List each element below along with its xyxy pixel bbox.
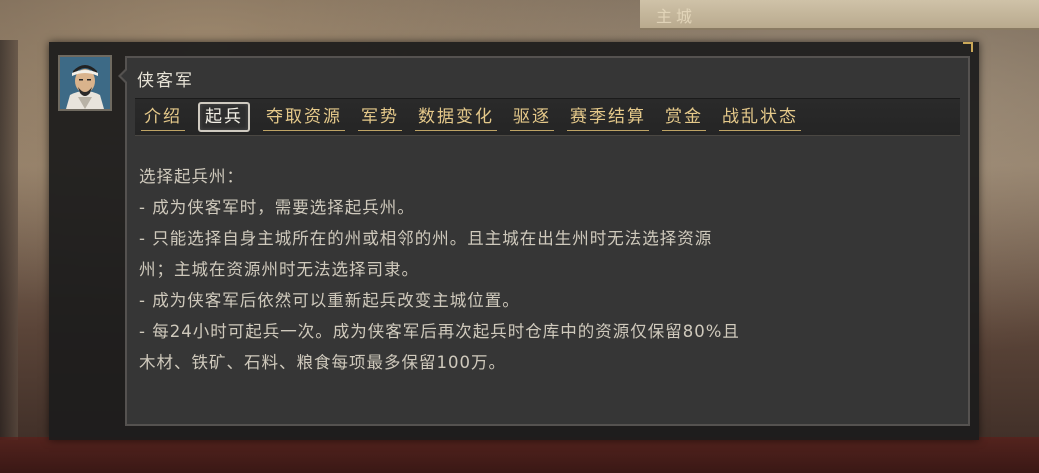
tab-war-status[interactable]: 战乱状态 <box>719 104 801 131</box>
content-line: 木材、铁矿、石料、粮食每项最多保留100万。 <box>139 353 506 372</box>
content-line: - 成为侠客军后依然可以重新起兵改变主城位置。 <box>139 291 520 310</box>
tab-intro[interactable]: 介绍 <box>141 104 185 131</box>
corner-ornament-icon <box>963 42 973 52</box>
tab-army-power[interactable]: 军势 <box>358 104 402 131</box>
tab-bar: 介绍 起兵 夺取资源 军势 数据变化 驱逐 赛季结算 赏金 战乱状态 <box>135 98 960 136</box>
panel-pointer-inner <box>121 70 127 82</box>
content-line: - 每24小时可起兵一次。成为侠客军后再次起兵时仓库中的资源仅保留80%且 <box>139 322 740 341</box>
tab-raise-army[interactable]: 起兵 <box>198 102 250 132</box>
content-line: - 只能选择自身主城所在的州或相邻的州。且主城在出生州时无法选择资源 <box>139 229 713 248</box>
general-portrait-avatar <box>58 55 112 111</box>
panel-title: 侠客军 <box>137 71 194 91</box>
background-bottom-strip <box>0 437 1039 473</box>
background-city-banner: 主城 <box>640 0 1039 30</box>
content-panel: 侠客军 介绍 起兵 夺取资源 军势 数据变化 驱逐 赛季结算 赏金 战乱状态 选… <box>118 56 970 426</box>
tab-content: 选择起兵州： - 成为侠客军时，需要选择起兵州。 - 只能选择自身主城所在的州或… <box>139 161 959 378</box>
content-heading: 选择起兵州： <box>139 167 244 186</box>
content-line: 州；主城在资源州时无法选择司隶。 <box>139 260 419 279</box>
content-line: - 成为侠客军时，需要选择起兵州。 <box>139 198 415 217</box>
game-screen: 主城 侠客军 介绍 起兵 夺取资源 军势 数据变化 驱逐 赛季结算 赏金 战乱状… <box>0 0 1039 473</box>
portrait-icon <box>60 57 110 109</box>
background-banner-text: 主城 <box>656 7 697 26</box>
tab-bounty[interactable]: 赏金 <box>662 104 706 131</box>
tab-data-changes[interactable]: 数据变化 <box>415 104 497 131</box>
tab-expel[interactable]: 驱逐 <box>510 104 554 131</box>
tab-seize-resources[interactable]: 夺取资源 <box>263 104 345 131</box>
background-left-edge <box>0 40 18 440</box>
info-dialog: 侠客军 介绍 起兵 夺取资源 军势 数据变化 驱逐 赛季结算 赏金 战乱状态 选… <box>49 42 979 440</box>
tab-season-settlement[interactable]: 赛季结算 <box>567 104 649 131</box>
